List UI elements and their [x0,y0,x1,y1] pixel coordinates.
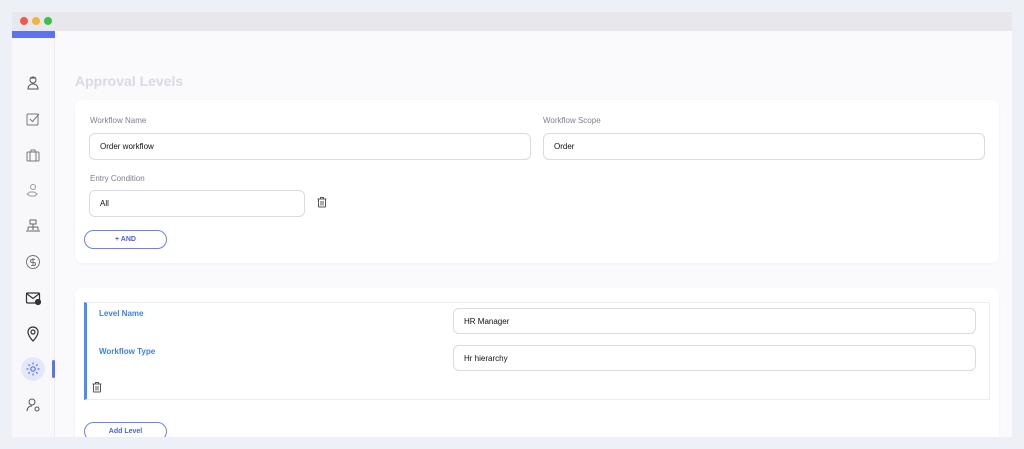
workflow-type-input[interactable]: Hr hierarchy [453,345,976,371]
sidebar-item-settings[interactable] [21,357,45,381]
level-name-input[interactable]: HR Manager [453,308,976,334]
add-level-button[interactable]: Add Level [84,422,167,437]
title-bar [12,12,1012,31]
gear-icon [26,362,40,376]
workflow-card: Workflow Name Order workflow Workflow Sc… [75,100,999,263]
user-settings-icon [26,398,40,412]
dollar-icon [26,255,40,269]
entry-condition-input[interactable]: All [89,190,305,217]
mail-icon [25,292,41,306]
sidebar-item-finance[interactable] [21,250,45,274]
entry-condition-label: Entry Condition [90,174,145,183]
main-content: Approval Levels Workflow Name Order work… [55,31,1012,437]
sidebar-item-profile[interactable] [21,71,45,95]
page-title: Approval Levels [75,73,184,89]
workflow-scope-label: Workflow Scope [543,116,601,125]
sidebar-item-organization[interactable] [21,214,45,238]
sidebar-item-user-settings[interactable] [21,393,45,417]
user-profile-icon [27,76,39,90]
trash-icon[interactable] [91,381,103,393]
add-and-condition-button[interactable]: + AND [84,230,167,249]
sidebar-item-locations[interactable] [21,322,45,346]
sidebar [12,31,55,437]
app-window: Approval Levels Workflow Name Order work… [12,12,1012,437]
workflow-name-input[interactable]: Order workflow [89,133,531,160]
close-window-button[interactable] [20,17,28,25]
level-card: Level Name HR Manager Workflow Type Hr h… [75,288,999,437]
sidebar-item-projects[interactable] [21,143,45,167]
workflow-type-label: Workflow Type [99,347,156,356]
location-pin-icon [27,326,39,342]
minimize-window-button[interactable] [32,17,40,25]
checkbox-icon [26,113,40,126]
level-item: Level Name HR Manager Workflow Type Hr h… [84,302,990,400]
maximize-window-button[interactable] [44,17,52,25]
level-name-label: Level Name [99,309,144,318]
workflow-scope-input[interactable]: Order [543,133,985,160]
briefcase-icon [26,149,40,162]
trash-icon[interactable] [316,196,328,208]
workflow-name-label: Workflow Name [90,116,147,125]
sidebar-item-payroll[interactable] [21,178,45,202]
org-chart-icon [26,219,40,232]
sidebar-accent [12,31,55,38]
sidebar-item-tasks[interactable] [21,107,45,131]
hand-coin-icon [26,184,38,197]
sidebar-item-messages[interactable] [21,286,45,310]
